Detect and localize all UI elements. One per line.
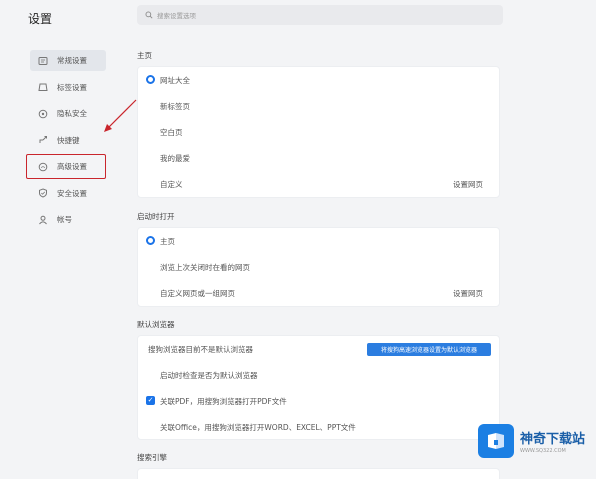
sidebar-item-label: 标签设置 — [57, 82, 87, 92]
startup-check-row[interactable]: 启动时检查是否为默认浏览器 — [138, 362, 499, 388]
startup-check-label: 启动时检查是否为默认浏览器 — [160, 370, 258, 380]
option-label: 主页 — [160, 236, 175, 246]
option-label: 新标签页 — [160, 101, 190, 111]
sidebar: 设置 常规设置 标签设置 隐私安全 快捷键 高级设置 安全设置 帐号 — [0, 0, 118, 479]
search-icon — [145, 11, 153, 19]
homepage-option-newtab[interactable]: 新标签页 — [138, 93, 499, 119]
sidebar-item-general[interactable]: 常规设置 — [30, 50, 106, 71]
page-title: 设置 — [28, 12, 53, 26]
pdf-association-label: 关联PDF，用搜狗浏览器打开PDF文件 — [160, 396, 287, 406]
section-title-startup: 启动时打开 — [137, 212, 175, 221]
sidebar-item-label: 安全设置 — [57, 188, 87, 198]
site-watermark: 神奇下载站 WWW.SQ322.COM — [478, 421, 596, 461]
default-browser-status: 搜狗浏览器目前不是默认浏览器 — [148, 344, 253, 354]
search-bar[interactable]: 搜索设置选项 — [137, 5, 503, 25]
default-browser-card: 搜狗浏览器目前不是默认浏览器 将搜狗高速浏览器设置为默认浏览器 启动时检查是否为… — [137, 335, 500, 440]
default-browser-status-row: 搜狗浏览器目前不是默认浏览器 将搜狗高速浏览器设置为默认浏览器 — [138, 336, 499, 362]
sidebar-item-label: 快捷键 — [57, 135, 80, 145]
set-homepage-link[interactable]: 设置网页 — [453, 179, 483, 190]
watermark-url: WWW.SQ322.COM — [520, 448, 566, 454]
sidebar-item-label: 隐私安全 — [57, 109, 87, 118]
annotation-arrow-icon — [104, 99, 137, 132]
radio-selected-icon[interactable] — [146, 75, 155, 84]
checkbox-checked-icon[interactable]: ✓ — [146, 396, 155, 405]
sidebar-item-privacy[interactable]: 隐私安全 — [30, 103, 106, 124]
section-title-default-browser: 默认浏览器 — [137, 320, 175, 329]
office-association-label: 关联Office，用搜狗浏览器打开WORD、EXCEL、PPT文件 — [160, 422, 356, 432]
advanced-icon — [37, 161, 48, 172]
homepage-option-favorites[interactable]: 我的最爱 — [138, 145, 499, 171]
sidebar-item-tabs[interactable]: 标签设置 — [30, 77, 106, 98]
homepage-option-custom[interactable]: 自定义 设置网页 — [138, 171, 499, 197]
search-placeholder: 搜索设置选项 — [157, 12, 196, 20]
sidebar-item-label: 高级设置 — [57, 162, 87, 171]
startup-option-homepage[interactable]: 主页 — [138, 228, 499, 254]
option-label: 自定义 — [160, 179, 183, 189]
section-title-search-engine: 搜索引擎 — [137, 453, 167, 462]
homepage-option-blank[interactable]: 空白页 — [138, 119, 499, 145]
startup-card: 主页 浏览上次关闭时在看的网页 自定义网页或一组网页 设置网页 — [137, 227, 500, 307]
pdf-association-row[interactable]: ✓ 关联PDF，用搜狗浏览器打开PDF文件 — [138, 388, 499, 414]
tab-icon — [37, 82, 48, 93]
startup-option-last-session[interactable]: 浏览上次关闭时在看的网页 — [138, 254, 499, 280]
set-startup-pages-link[interactable]: 设置网页 — [453, 288, 483, 299]
sidebar-item-label: 帐号 — [57, 215, 72, 224]
sidebar-item-label: 常规设置 — [57, 56, 87, 65]
sidebar-item-advanced[interactable]: 高级设置 — [26, 154, 106, 179]
startup-option-custom[interactable]: 自定义网页或一组网页 设置网页 — [138, 280, 499, 306]
sidebar-item-shortcut[interactable]: 快捷键 — [30, 130, 106, 151]
option-label: 自定义网页或一组网页 — [160, 288, 235, 298]
watermark-name: 神奇下载站 — [520, 432, 586, 447]
sidebar-nav: 常规设置 标签设置 隐私安全 快捷键 高级设置 安全设置 帐号 — [26, 50, 106, 236]
sidebar-item-account[interactable]: 帐号 — [30, 209, 106, 230]
office-association-row[interactable]: 关联Office，用搜狗浏览器打开WORD、EXCEL、PPT文件 — [138, 414, 499, 440]
homepage-option-hao123[interactable]: 网址大全 — [138, 67, 499, 93]
shield-icon — [37, 188, 48, 199]
settings-icon — [37, 55, 48, 66]
homepage-card: 网址大全 新标签页 空白页 我的最爱 自定义 设置网页 — [137, 66, 500, 198]
radio-selected-icon[interactable] — [146, 236, 155, 245]
option-label: 浏览上次关闭时在看的网页 — [160, 262, 250, 272]
option-label: 空白页 — [160, 127, 183, 137]
search-engine-card — [137, 468, 500, 479]
option-label: 网址大全 — [160, 75, 190, 85]
section-title-homepage: 主页 — [137, 51, 152, 60]
option-label: 我的最爱 — [160, 153, 190, 163]
sidebar-item-security[interactable]: 安全设置 — [30, 183, 106, 204]
set-default-browser-button[interactable]: 将搜狗高速浏览器设置为默认浏览器 — [367, 343, 491, 356]
watermark-logo-icon — [478, 424, 514, 458]
user-icon — [37, 214, 48, 225]
shortcut-icon — [37, 135, 48, 146]
privacy-icon — [37, 108, 48, 119]
